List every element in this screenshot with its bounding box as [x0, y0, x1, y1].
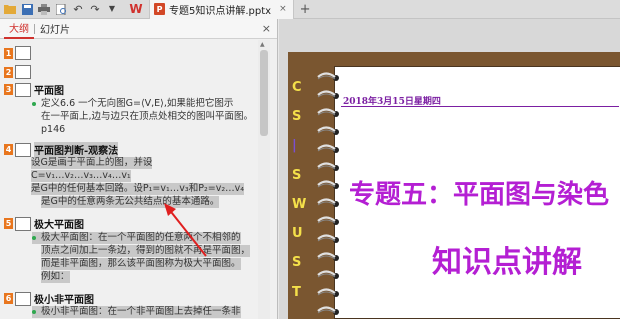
logo-letter: |	[292, 138, 297, 153]
logo-letter: T	[292, 285, 301, 300]
outline-line[interactable]: 在一平面上,边与边只在顶点处相交的图叫平面图。	[41, 111, 253, 123]
spiral-ring-icon	[317, 252, 339, 261]
scrollbar-thumb[interactable]	[260, 50, 268, 136]
date-underline	[341, 106, 619, 107]
spiral-ring-icon	[317, 234, 339, 243]
new-tab-button[interactable]: +	[300, 2, 311, 17]
panel-tabs: 大纲 幻灯片 ×	[0, 19, 277, 39]
slide-number: 4	[4, 144, 13, 155]
slide-number: 3	[4, 84, 13, 95]
bullet-dot-icon	[32, 309, 36, 314]
save-icon[interactable]	[20, 2, 34, 16]
slide-icon	[15, 216, 31, 231]
outline-line[interactable]: 设G是画于平面上的图，并设	[31, 157, 153, 169]
outline-scrollbar[interactable]: ▲	[258, 40, 270, 319]
bullet-text: 定义6.6 一个无向图G=⟨V,E⟩,如果能把它图示	[41, 98, 234, 109]
document-title: 专题5知识点讲解.pptx	[169, 5, 272, 17]
scroll-up-icon[interactable]: ▲	[260, 41, 265, 48]
spiral-ring-icon	[317, 90, 339, 99]
document-tab[interactable]: P 专题5知识点讲解.pptx ×	[149, 0, 294, 19]
outline-slide-3[interactable]: 3 平面图	[4, 82, 64, 97]
bullet-dot-icon	[32, 101, 36, 106]
spiral-ring-icon	[317, 72, 339, 81]
close-tab-icon[interactable]: ×	[279, 4, 287, 14]
outline-line[interactable]: 而是非平面图，那么该平面图称为极大平面图。	[41, 258, 241, 270]
slide-main-title: 专题五：平面图与染色	[349, 180, 610, 210]
outline-slide-2[interactable]: 2	[4, 65, 34, 79]
undo-icon[interactable]: ↶	[71, 2, 85, 16]
slide-title: 极大平面图	[34, 220, 84, 231]
spiral-ring-icon	[317, 162, 339, 171]
slide-canvas[interactable]: C S | S W U S T 2018年3月15日星期四 专题五：平面图与染色…	[279, 19, 620, 319]
tab-outline[interactable]: 大纲	[4, 19, 34, 39]
wps-logo-icon[interactable]: W	[129, 2, 143, 16]
slide-title: 平面图	[34, 86, 64, 97]
tab-slides[interactable]: 幻灯片	[35, 19, 75, 39]
outline-line[interactable]: 顶点之间加上一条边，得到的图就不再是平面图，	[41, 245, 251, 257]
slide-number: 1	[4, 47, 13, 59]
outline-content[interactable]: 1 2 3 平面图 定义6.6 一个无向图G=⟨V,E⟩,如果能把它图示 在一平…	[0, 40, 258, 319]
pptx-file-icon: P	[154, 3, 165, 15]
logo-letter: S	[292, 168, 302, 183]
print-icon[interactable]	[37, 2, 51, 16]
bullet-text: 极小非平面图：在一个非平面图上去掉任一条非	[41, 306, 241, 317]
logo-letter: S	[292, 255, 302, 270]
slide-icon	[15, 142, 31, 157]
slide-icon	[15, 46, 31, 60]
outline-panel: 大纲 幻灯片 × 1 2 3 平面图 定义6.6 一个无向图G=⟨V,E⟩,如果…	[0, 19, 278, 319]
slide-icon	[15, 65, 31, 79]
spiral-ring-icon	[317, 288, 339, 297]
outline-slide-1[interactable]: 1	[4, 46, 34, 60]
title-bar: ↶ ↷ ▼ W P 专题5知识点讲解.pptx × +	[0, 0, 620, 19]
spiral-ring-icon	[317, 108, 339, 117]
spiral-ring-icon	[317, 126, 339, 135]
outline-slide-5[interactable]: 5 极大平面图	[4, 216, 84, 231]
bullet-text: 极大平面图：在一个平面图的任意两个不相邻的	[41, 232, 241, 243]
spiral-ring-icon	[317, 216, 339, 225]
spiral-ring-icon	[317, 306, 339, 315]
outline-line[interactable]: p146	[41, 124, 65, 136]
bullet-dot-icon	[32, 235, 36, 240]
outline-slide-4[interactable]: 4 平面图判断-观察法	[4, 142, 119, 157]
slide-subtitle: 知识点讲解	[432, 245, 582, 280]
print-preview-icon[interactable]	[54, 2, 68, 16]
outline-slide-6[interactable]: 6 极小非平面图	[4, 291, 94, 306]
spiral-ring-icon	[317, 144, 339, 153]
spiral-ring-icon	[317, 180, 339, 189]
slide-number: 6	[4, 293, 13, 304]
logo-letter: W	[292, 197, 307, 212]
outline-line[interactable]: 例如：	[41, 271, 70, 283]
slide-icon	[15, 291, 31, 306]
spiral-ring-icon	[317, 198, 339, 207]
outline-bullet[interactable]: 定义6.6 一个无向图G=⟨V,E⟩,如果能把它图示	[32, 98, 233, 110]
slide-number: 2	[4, 66, 13, 78]
red-arrow-icon	[164, 203, 207, 257]
outline-bullet[interactable]: 极小非平面图：在一个非平面图上去掉任一条非	[32, 306, 241, 318]
logo-letter: U	[292, 226, 303, 241]
slide-icon	[15, 82, 31, 97]
quick-access-toolbar: ↶ ↷ ▼ W	[0, 0, 143, 19]
close-panel-icon[interactable]: ×	[262, 22, 271, 35]
slide-title: 极小非平面图	[34, 295, 94, 306]
slide-title: 平面图判断-观察法	[34, 142, 119, 157]
redo-icon[interactable]: ↷	[88, 2, 102, 16]
slide-number: 5	[4, 218, 13, 229]
dropdown-icon[interactable]: ▼	[105, 2, 119, 16]
logo-letter: C	[292, 80, 302, 95]
spiral-ring-icon	[317, 270, 339, 279]
outline-line[interactable]: 是G中的任何基本回路。设P₁=v₁…v₃和P₂=v₂…v₄	[31, 183, 245, 195]
folder-icon[interactable]	[3, 2, 17, 16]
logo-letter: S	[292, 109, 302, 124]
outline-line[interactable]: C=v₁…v₂…v₃…v₄…v₁	[31, 170, 131, 182]
